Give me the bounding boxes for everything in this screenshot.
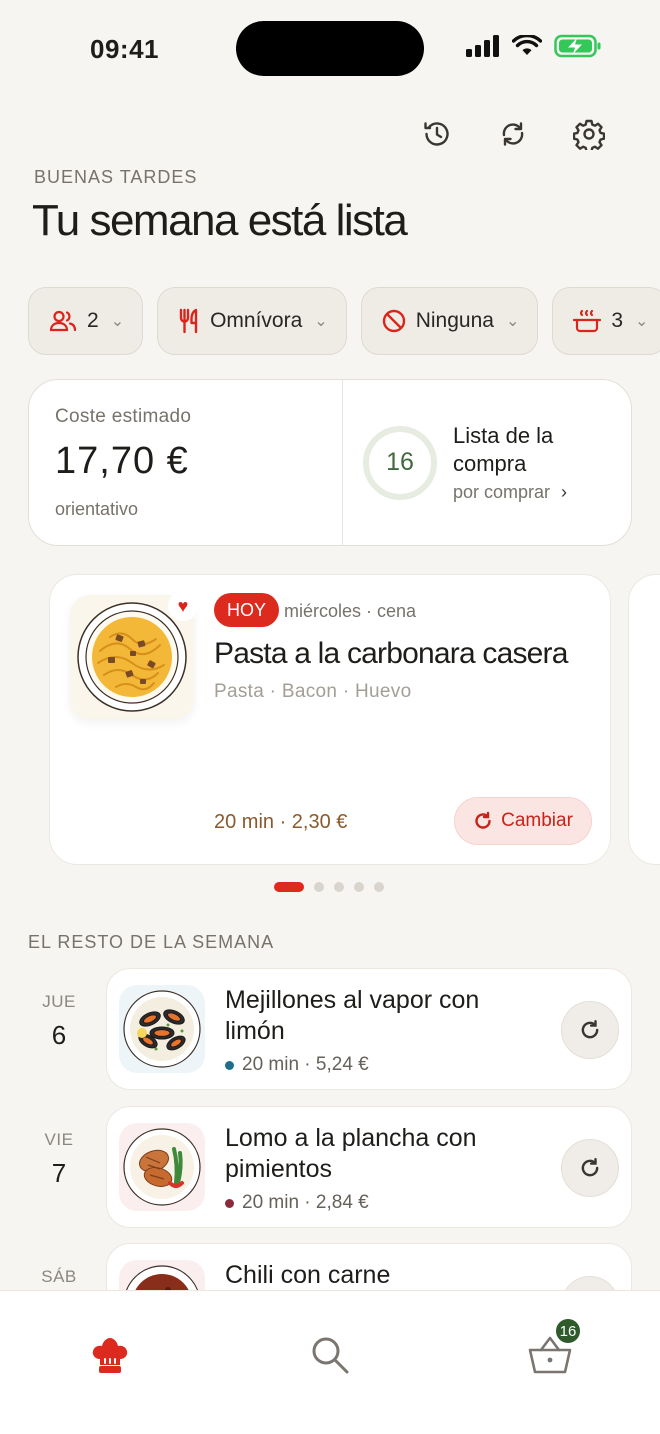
chevron-down-icon: ⌄ (110, 313, 125, 330)
shopping-list-subtitle: por comprar › (453, 482, 583, 503)
settings-button[interactable] (572, 117, 606, 151)
search-icon (312, 1337, 349, 1374)
refresh-icon (502, 122, 524, 146)
chef-hat-icon (92, 1338, 128, 1373)
settings-icon (573, 119, 605, 150)
history-icon (424, 122, 449, 146)
history-button[interactable] (420, 117, 454, 151)
regenerate-button[interactable] (496, 117, 530, 151)
diet-value: Omnívora (210, 309, 303, 332)
pot-icon (573, 309, 602, 333)
day-label: SÁB (30, 1267, 88, 1287)
pagination-dot-active[interactable] (274, 882, 304, 892)
shopping-list-text: Lista de la compra por comprar › (453, 422, 583, 503)
day-number: 7 (51, 1158, 67, 1188)
day-label: JUE 6 (30, 992, 88, 1051)
diners-value: 2 (87, 309, 99, 332)
pagination-dot[interactable] (374, 882, 384, 892)
page-title: Tu semana está lista (32, 196, 408, 245)
day-name: VIE (44, 1130, 74, 1149)
diet-filter-chip[interactable]: Omnívora ⌄ (157, 287, 347, 355)
carbonara-plate-illustration (77, 602, 187, 712)
swap-meal-button[interactable] (561, 1139, 619, 1197)
meal-day-time: miércoles · cena (284, 601, 417, 621)
diners-filter-chip[interactable]: 2 ⌄ (28, 287, 144, 355)
cooking-level-value: 3 (611, 309, 624, 332)
pagination-dot[interactable] (354, 882, 364, 892)
mussels-plate-illustration (123, 990, 201, 1068)
shopping-list-title: Lista de la compra (453, 423, 554, 476)
status-time: 09:41 (90, 34, 159, 64)
meal-image (119, 985, 205, 1073)
day-name: JUE (42, 992, 76, 1011)
day-label: VIE 7 (30, 1130, 88, 1189)
allergy-value: Ninguna (415, 309, 494, 332)
meal-color-dot (225, 1198, 234, 1208)
nav-home[interactable] (80, 1325, 140, 1385)
day-name: SÁB (41, 1267, 77, 1286)
meal-time-cost: 20 min · 5,24 € (242, 1054, 369, 1075)
pagination-dot[interactable] (314, 882, 324, 892)
cooking-level-filter-chip[interactable]: 3 ⌄ (552, 287, 660, 355)
today-meal-card[interactable]: ♥ HOY miércoles · cena Pasta a la carbon… (49, 574, 611, 865)
meal-title: Chili con carne (225, 1261, 391, 1289)
bottom-navigation: 16 (0, 1290, 660, 1434)
meal-title: Pasta a la carbonara casera (214, 637, 568, 670)
header-actions (420, 117, 606, 151)
refresh-icon (581, 1019, 599, 1039)
week-section-label: EL RESTO DE LA SEMANA (28, 932, 275, 952)
today-badge: HOY (214, 593, 280, 627)
chevron-down-icon: ⌄ (635, 313, 649, 330)
chevron-down-icon: ⌄ (505, 313, 520, 330)
cost-note: orientativo (55, 499, 139, 519)
meal-row[interactable]: Lomo a la plancha con pimientos 20 min ·… (106, 1106, 632, 1228)
refresh-icon (475, 811, 491, 829)
meal-meta: 20 min · 2,84 € (225, 1192, 369, 1214)
next-meal-card-peek[interactable] (628, 574, 660, 865)
cost-value: 17,70 € (55, 440, 189, 482)
cart-count-badge: 16 (554, 1317, 582, 1345)
meal-ingredients: Pasta · Bacon · Huevo (214, 681, 412, 702)
meal-time-cost: 20 min · 2,30 € (214, 811, 348, 833)
meal-title: Lomo a la plancha con pimientos (225, 1124, 477, 1183)
battery-charging-icon (554, 34, 601, 58)
carousel-pagination (274, 882, 384, 892)
meal-meta: 20 min · 5,24 € (225, 1054, 369, 1076)
favorite-heart-icon[interactable]: ♥ (168, 591, 198, 621)
refresh-icon (581, 1157, 599, 1177)
shopping-count-ring: 16 (363, 425, 437, 500)
utensils-icon (179, 308, 198, 334)
meal-title: Mejillones al vapor con limón (225, 986, 480, 1045)
day-number: 6 (51, 1020, 67, 1050)
people-icon (49, 310, 77, 332)
meal-time-cost: 20 min · 2,84 € (242, 1192, 369, 1213)
allergy-filter-chip[interactable]: Ninguna ⌄ (360, 287, 539, 355)
summary-card: Coste estimado 17,70 € orientativo 16 Li… (28, 379, 632, 546)
nav-search[interactable] (300, 1325, 360, 1385)
swap-meal-button[interactable] (561, 1001, 619, 1059)
nav-shopping-cart[interactable]: 16 (520, 1317, 582, 1385)
chevron-right-icon: › (561, 482, 568, 502)
cost-section: Coste estimado 17,70 € orientativo (29, 380, 343, 545)
meal-image (119, 1123, 205, 1211)
shopping-list-sub-label: por comprar (453, 482, 551, 502)
cost-label: Coste estimado (55, 406, 192, 427)
change-meal-label: Cambiar (501, 810, 573, 831)
prohibited-icon (382, 309, 405, 333)
shopping-list-link[interactable]: 16 Lista de la compra por comprar › (343, 380, 631, 545)
pagination-dot[interactable] (334, 882, 344, 892)
status-icons (466, 34, 602, 58)
meal-color-dot (225, 1060, 234, 1070)
chevron-down-icon: ⌄ (314, 313, 328, 330)
dynamic-island (236, 21, 424, 76)
wifi-icon (512, 35, 542, 55)
cellular-signal-icon (466, 35, 499, 57)
change-meal-button[interactable]: Cambiar (454, 797, 592, 845)
greeting: BUENAS TARDES (34, 167, 198, 187)
meal-row[interactable]: Mejillones al vapor con limón 20 min · 5… (106, 968, 632, 1090)
pork-loin-plate-illustration (123, 1128, 201, 1206)
filter-chips: 2 ⌄ Omnívora ⌄ Ninguna ⌄ 3 ⌄ (28, 287, 660, 355)
